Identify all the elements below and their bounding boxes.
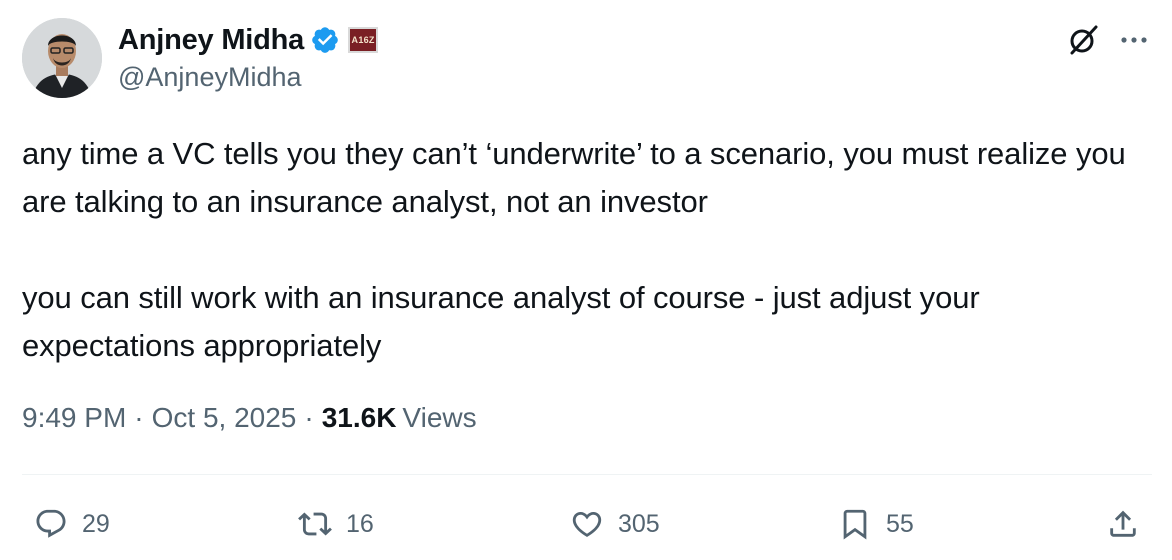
repost-count: 16 (346, 509, 374, 538)
meta-separator: · (134, 402, 144, 433)
repost-icon (298, 512, 332, 536)
views-label: Views (402, 402, 477, 433)
views-count: 31.6K (321, 402, 397, 433)
reply-icon (36, 509, 66, 538)
like-count: 305 (618, 509, 660, 538)
share-icon (1110, 510, 1136, 537)
tweet-paragraph: any time a VC tells you they can’t ‘unde… (22, 136, 1126, 219)
reply-button[interactable]: 29 (34, 500, 110, 548)
action-bar: 29 16 305 55 (0, 500, 1172, 548)
bookmark-button[interactable]: 55 (838, 500, 914, 548)
tweet-time[interactable]: 9:49 PM (22, 402, 126, 434)
share-button[interactable] (1106, 500, 1140, 548)
bookmark-icon (843, 509, 867, 540)
tweet-date[interactable]: Oct 5, 2025 (152, 402, 297, 434)
repost-button[interactable]: 16 (298, 500, 374, 548)
author-display-name[interactable]: Anjney Midha (118, 24, 304, 57)
avatar-image (22, 18, 102, 98)
divider (22, 474, 1152, 475)
reply-count: 29 (82, 509, 110, 538)
grok-icon[interactable] (1066, 22, 1102, 58)
author-name-row: Anjney Midha A16Z (118, 22, 379, 58)
more-icon[interactable] (1116, 22, 1152, 58)
tweet-meta: 9:49 PM · Oct 5, 2025 · 31.6K Views (22, 402, 477, 434)
avatar[interactable] (22, 18, 102, 98)
meta-separator: · (304, 402, 314, 433)
author-handle[interactable]: @AnjneyMidha (118, 62, 302, 93)
tweet-text: any time a VC tells you they can’t ‘unde… (22, 130, 1142, 370)
tweet-paragraph: you can still work with an insurance ana… (22, 280, 980, 363)
like-button[interactable]: 305 (570, 500, 660, 548)
verified-badge-icon[interactable] (310, 25, 340, 55)
affiliation-badge[interactable]: A16Z (348, 27, 379, 53)
bookmark-count: 55 (886, 509, 914, 538)
like-icon (572, 511, 602, 537)
